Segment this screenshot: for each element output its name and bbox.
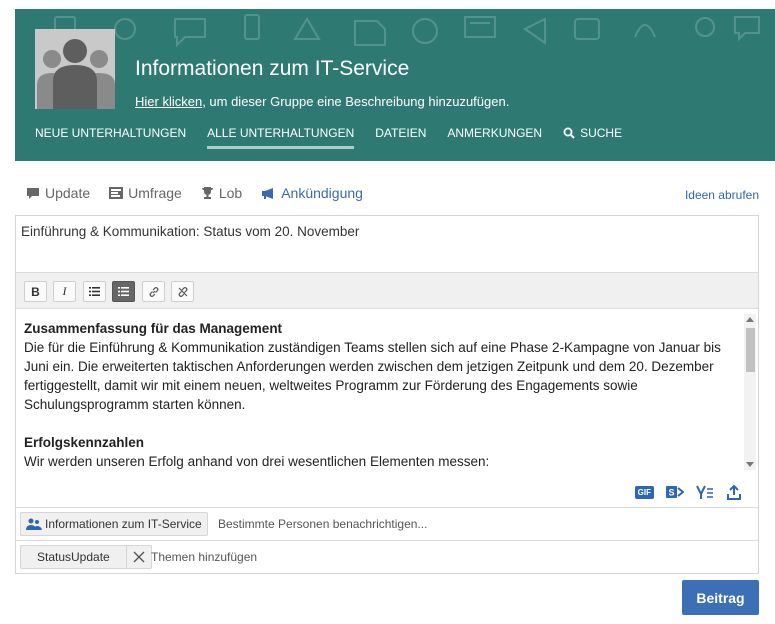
topic-chip-label: StatusUpdate	[21, 546, 127, 568]
search-icon	[563, 127, 575, 139]
link-icon	[149, 286, 158, 297]
attachment-toolbar: GIF S	[634, 484, 742, 500]
italic-button[interactable]: I	[53, 281, 76, 302]
description-text: , um dieser Gruppe eine Beschreibung hin…	[202, 94, 510, 109]
nav-label: ALLE UNTERHALTUNGEN	[207, 126, 355, 140]
tab-label: Umfrage	[128, 185, 182, 201]
sharepoint-icon: S	[666, 486, 684, 498]
body-paragraph-summary: Die für die Einführung & Kommunikation z…	[24, 340, 721, 412]
topic-chip: StatusUpdate	[20, 545, 152, 569]
add-topics-input[interactable]: Themen hinzufügen	[151, 550, 257, 564]
add-description-link[interactable]: Hier klicken	[135, 94, 202, 109]
nav-label: NEUE UNTERHALTUNGEN	[35, 126, 187, 140]
body-paragraph-kpis: Wir werden unseren Erfolg anhand von dre…	[24, 454, 490, 469]
remove-link-button[interactable]	[171, 281, 194, 302]
upload-button[interactable]	[726, 484, 742, 500]
svg-text:S: S	[668, 488, 674, 498]
post-composer: B I Zusammenfassung für das Management D…	[15, 215, 759, 574]
unlink-icon	[178, 286, 187, 297]
yammer-button[interactable]	[696, 484, 714, 500]
group-chip-label: Informationen zum IT-Service	[45, 517, 202, 531]
trophy-icon	[201, 187, 213, 199]
message-body-editor[interactable]: Zusammenfassung für das Management Die f…	[16, 310, 758, 474]
scroll-up-arrow-icon[interactable]	[746, 317, 754, 322]
speech-bubble-icon	[27, 187, 39, 199]
gif-icon: GIF	[634, 485, 654, 499]
tab-update[interactable]: Update	[26, 185, 90, 201]
insert-link-button[interactable]	[142, 281, 165, 302]
message-body-text: Zusammenfassung für das Management Die f…	[24, 319, 739, 471]
nav-search[interactable]: SUCHE	[563, 125, 622, 149]
scrollbar-thumb[interactable]	[746, 328, 755, 372]
nav-notes[interactable]: ANMERKUNGEN	[447, 125, 542, 149]
header-pattern	[54, 14, 760, 48]
tab-poll[interactable]: Umfrage	[109, 185, 182, 201]
tab-label: Ankündigung	[281, 185, 363, 201]
numbered-list-icon	[118, 287, 129, 296]
group-recipient-chip[interactable]: Informationen zum IT-Service	[20, 512, 208, 536]
yammer-icon	[696, 485, 713, 499]
nav-new-conversations[interactable]: NEUE UNTERHALTUNGEN	[35, 125, 186, 149]
sharepoint-button[interactable]: S	[666, 484, 684, 500]
numbered-list-button[interactable]	[112, 281, 135, 302]
formatting-toolbar: B I	[16, 272, 758, 309]
italic-label: I	[62, 284, 67, 298]
nav-label: SUCHE	[580, 126, 623, 140]
announcement-title-input[interactable]	[21, 224, 741, 239]
tab-label: Update	[45, 185, 91, 201]
bold-label: B	[31, 284, 40, 299]
tab-label: Lob	[218, 185, 243, 201]
group-description: Hier klicken, um dieser Gruppe eine Besc…	[135, 94, 509, 109]
bulleted-list-icon	[89, 287, 100, 296]
poll-icon	[109, 187, 124, 199]
upload-icon	[727, 484, 741, 500]
tab-praise[interactable]: Lob	[201, 185, 242, 201]
scroll-down-arrow-icon[interactable]	[746, 462, 754, 467]
group-header: Informationen zum IT-Service Hier klicke…	[15, 9, 775, 161]
gif-button[interactable]: GIF	[634, 485, 654, 499]
nav-label: DATEIEN	[375, 126, 427, 140]
group-avatar	[35, 29, 115, 109]
recipients-row: Informationen zum IT-Service Bestimmte P…	[16, 507, 758, 540]
body-heading-kpis: Erfolgskennzahlen	[24, 435, 145, 450]
nav-files[interactable]: DATEIEN	[375, 125, 426, 149]
get-ideas-link[interactable]: Ideen abrufen	[685, 188, 759, 202]
people-silhouette-icon	[35, 29, 115, 109]
megaphone-icon	[262, 187, 274, 199]
bulleted-list-button[interactable]	[83, 281, 106, 302]
topics-row: StatusUpdate Themen hinzufügen	[16, 540, 758, 573]
notify-people-input[interactable]: Bestimmte Personen benachrichtigen...	[218, 517, 427, 531]
close-icon	[133, 551, 145, 563]
editor-scrollbar[interactable]	[744, 314, 756, 470]
post-type-tabs: Update Umfrage Lob Ankündigung	[26, 185, 382, 201]
group-icon	[26, 518, 42, 530]
remove-topic-button[interactable]	[127, 546, 151, 568]
group-nav: NEUE UNTERHALTUNGEN ALLE UNTERHALTUNGEN …	[35, 125, 643, 149]
nav-all-conversations[interactable]: ALLE UNTERHALTUNGEN	[207, 125, 355, 149]
nav-label: ANMERKUNGEN	[447, 126, 543, 140]
tab-announcement[interactable]: Ankündigung	[261, 185, 363, 201]
bold-button[interactable]: B	[24, 281, 47, 302]
body-heading-summary: Zusammenfassung für das Management	[24, 321, 283, 336]
group-title: Informationen zum IT-Service	[135, 57, 410, 80]
post-button[interactable]: Beitrag	[682, 580, 759, 615]
